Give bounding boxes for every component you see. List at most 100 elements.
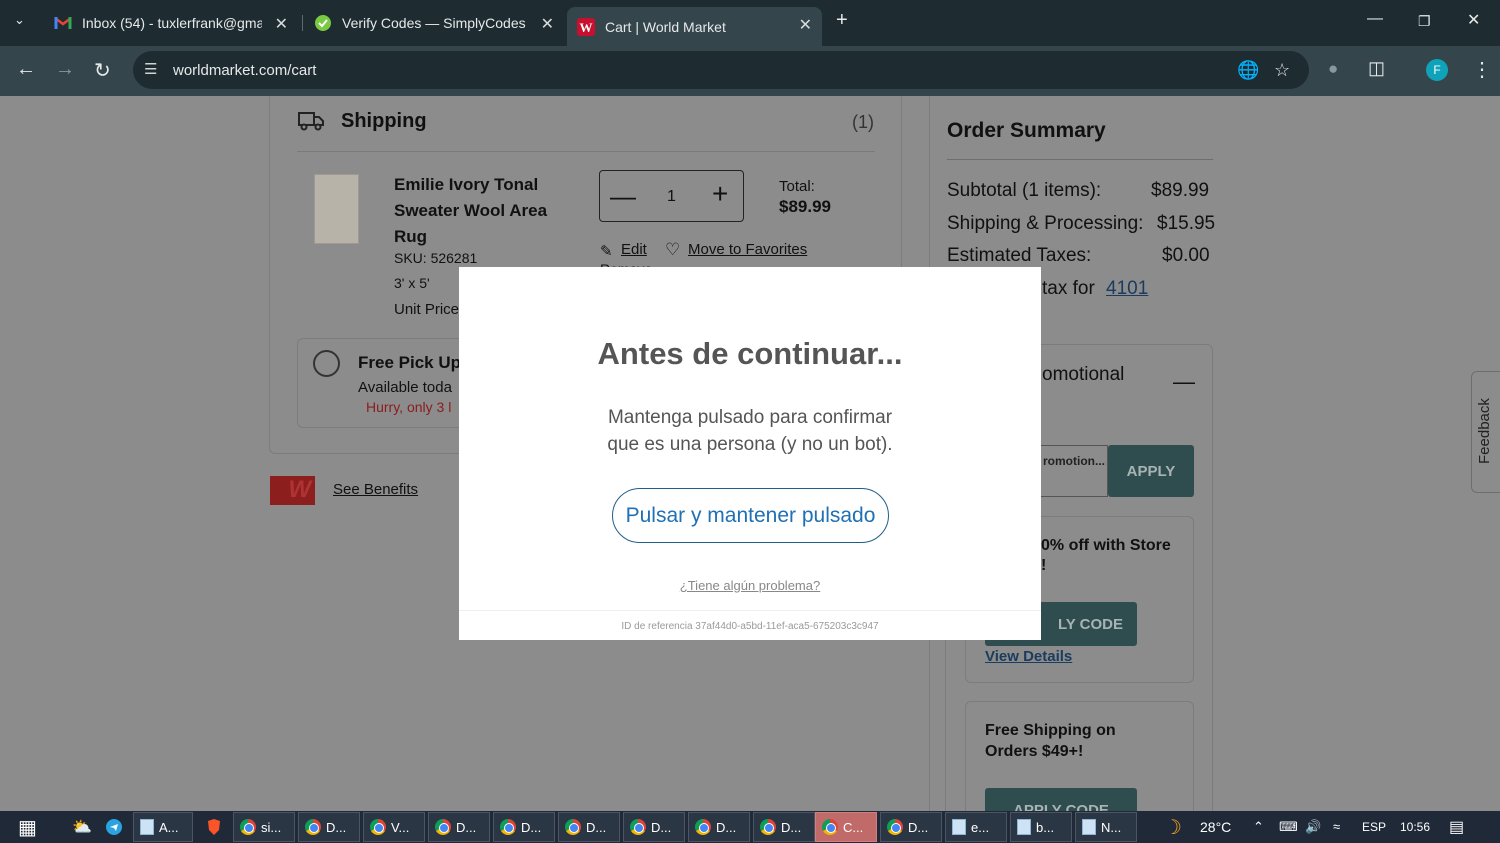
promo-code-input[interactable]: romotion... xyxy=(1040,445,1108,497)
having-problems-link[interactable]: ¿Tiene algún problema? xyxy=(459,578,1041,593)
taskbar-label: b... xyxy=(1036,819,1055,835)
product-thumbnail[interactable] xyxy=(314,174,359,244)
product-name-line3[interactable]: Rug xyxy=(394,227,427,247)
extension-icon[interactable]: ● xyxy=(1328,59,1338,79)
decrease-quantity-button[interactable]: — xyxy=(610,181,636,212)
address-bar[interactable]: ☰ worldmarket.com/cart 🌐 ☆ xyxy=(133,51,1309,89)
shipping-label: Shipping & Processing: xyxy=(947,213,1144,234)
close-tab-icon[interactable]: ✕ xyxy=(275,14,288,34)
close-tab-icon[interactable]: ✕ xyxy=(541,14,554,34)
restore-icon[interactable]: ❐ xyxy=(1418,13,1431,30)
feedback-tab[interactable]: Feedback xyxy=(1471,371,1500,493)
taskbar-app[interactable]: D... xyxy=(298,812,360,842)
taskbar-app[interactable]: D... xyxy=(558,812,620,842)
tab-simplycodes[interactable]: Verify Codes — SimplyCodes ✕ xyxy=(306,7,564,39)
taskbar-app[interactable]: D... xyxy=(688,812,750,842)
taskbar-label: D... xyxy=(651,819,672,835)
minimize-icon[interactable]: — xyxy=(1367,10,1383,28)
volume-icon[interactable]: 🔊 xyxy=(1305,819,1321,835)
taskbar-app[interactable]: si... xyxy=(233,812,295,842)
notification-icon[interactable]: ▤ xyxy=(1449,817,1464,837)
tab-search-icon[interactable]: ⌄ xyxy=(14,12,25,28)
pickup-radio[interactable] xyxy=(313,350,340,377)
taskbar-app[interactable]: D... xyxy=(880,812,942,842)
new-tab-icon[interactable]: + xyxy=(836,9,848,32)
close-tab-icon[interactable]: ✕ xyxy=(799,15,812,35)
taskbar-label: D... xyxy=(908,819,929,835)
chrome-icon xyxy=(565,819,581,835)
clock[interactable]: 10:56 xyxy=(1400,820,1430,834)
taskbar-label: si... xyxy=(261,819,282,835)
taxes-value: $0.00 xyxy=(1162,245,1210,266)
taskbar-label: A... xyxy=(159,819,179,835)
taskbar-app[interactable]: A... xyxy=(133,812,193,842)
edit-link[interactable]: Edit xyxy=(621,241,647,258)
taskbar-app[interactable]: N... xyxy=(1075,812,1137,842)
forward-icon[interactable]: → xyxy=(55,58,75,81)
collapse-icon[interactable]: — xyxy=(1173,369,1195,395)
see-benefits-link[interactable]: See Benefits xyxy=(333,481,418,498)
product-sku: SKU: 526281 xyxy=(394,250,478,266)
translate-icon[interactable]: 🌐 xyxy=(1237,60,1259,81)
promo-code-placeholder: romotion... xyxy=(1043,454,1105,468)
brave-icon[interactable] xyxy=(200,812,222,842)
tab-title: Verify Codes — SimplyCodes xyxy=(342,15,526,31)
increase-quantity-button[interactable]: + xyxy=(712,178,728,210)
taskbar-label: D... xyxy=(716,819,737,835)
taskbar-label: V... xyxy=(391,819,410,835)
taskbar-app[interactable]: D... xyxy=(753,812,815,842)
start-grid-icon[interactable]: ▦ xyxy=(12,812,37,842)
chrome-icon xyxy=(695,819,711,835)
summary-divider xyxy=(947,159,1213,160)
temperature[interactable]: 28°C xyxy=(1200,819,1231,835)
simplycodes-icon xyxy=(314,14,332,32)
svg-text:W: W xyxy=(580,20,593,35)
weather-moon-icon[interactable]: ☽ xyxy=(1164,815,1182,840)
language-indicator[interactable]: ESP xyxy=(1362,820,1386,834)
profile-avatar[interactable]: F xyxy=(1426,59,1448,81)
apply-promo-button[interactable]: APPLY xyxy=(1108,445,1194,497)
modal-title: Antes de continuar... xyxy=(597,336,903,371)
ime-icon[interactable]: ⌨ xyxy=(1279,819,1298,835)
menu-kebab-icon[interactable]: ⋮ xyxy=(1472,57,1492,82)
taskbar-app[interactable]: D... xyxy=(493,812,555,842)
tab-world-market[interactable]: W Cart | World Market ✕ xyxy=(567,7,822,46)
reload-icon[interactable]: ↻ xyxy=(94,58,111,83)
view-details-link[interactable]: View Details xyxy=(985,648,1072,665)
product-name-line1[interactable]: Emilie Ivory Tonal xyxy=(394,175,538,195)
quantity-value[interactable]: 1 xyxy=(667,188,676,206)
taskbar-app[interactable]: b... xyxy=(1010,812,1072,842)
taskbar-app[interactable]: D... xyxy=(428,812,490,842)
back-icon[interactable]: ← xyxy=(16,58,36,81)
chevron-up-icon[interactable]: ⌃ xyxy=(1253,819,1264,835)
site-info-icon[interactable]: ☰ xyxy=(144,60,157,78)
unit-price-label: Unit Price xyxy=(394,301,460,318)
gmail-icon xyxy=(54,14,72,32)
taskbar-app-active[interactable]: C... xyxy=(815,812,877,842)
apply-code-button[interactable]: APPLY CODE xyxy=(985,788,1137,811)
tax-zip-link[interactable]: 4101 xyxy=(1106,278,1148,300)
move-to-favorites-link[interactable]: Move to Favorites xyxy=(688,241,807,258)
product-name-line2[interactable]: Sweater Wool Area xyxy=(394,201,547,221)
wifi-icon[interactable]: ≈ xyxy=(1333,819,1340,834)
close-window-icon[interactable]: ✕ xyxy=(1467,10,1480,30)
chrome-icon xyxy=(240,819,256,835)
chrome-icon xyxy=(630,819,646,835)
offer-title-line1: 0% off with Store xyxy=(1041,537,1171,554)
tab-gmail[interactable]: Inbox (54) - tuxlerfrank@gmail. ✕ xyxy=(46,7,298,39)
notepad-icon xyxy=(1017,819,1031,835)
weather-app-icon[interactable]: ⛅ xyxy=(66,812,92,842)
telegram-icon[interactable] xyxy=(100,812,122,842)
shipping-count: (1) xyxy=(852,112,874,132)
extensions-puzzle-icon[interactable]: ◫ xyxy=(1368,58,1385,79)
taskbar-app[interactable]: e... xyxy=(945,812,1007,842)
taskbar-app[interactable]: D... xyxy=(623,812,685,842)
total-value: $89.99 xyxy=(779,197,831,216)
bookmark-star-icon[interactable]: ☆ xyxy=(1274,60,1290,81)
reference-id: ID de referencia 37af44d0-a5bd-11ef-aca5… xyxy=(459,610,1041,640)
press-and-hold-button[interactable]: Pulsar y mantener pulsado xyxy=(612,488,889,543)
taskbar-app[interactable]: V... xyxy=(363,812,425,842)
subtotal-label: Subtotal (1 items): xyxy=(947,180,1102,201)
order-summary-title: Order Summary xyxy=(947,119,1106,142)
taskbar-label: D... xyxy=(781,819,802,835)
